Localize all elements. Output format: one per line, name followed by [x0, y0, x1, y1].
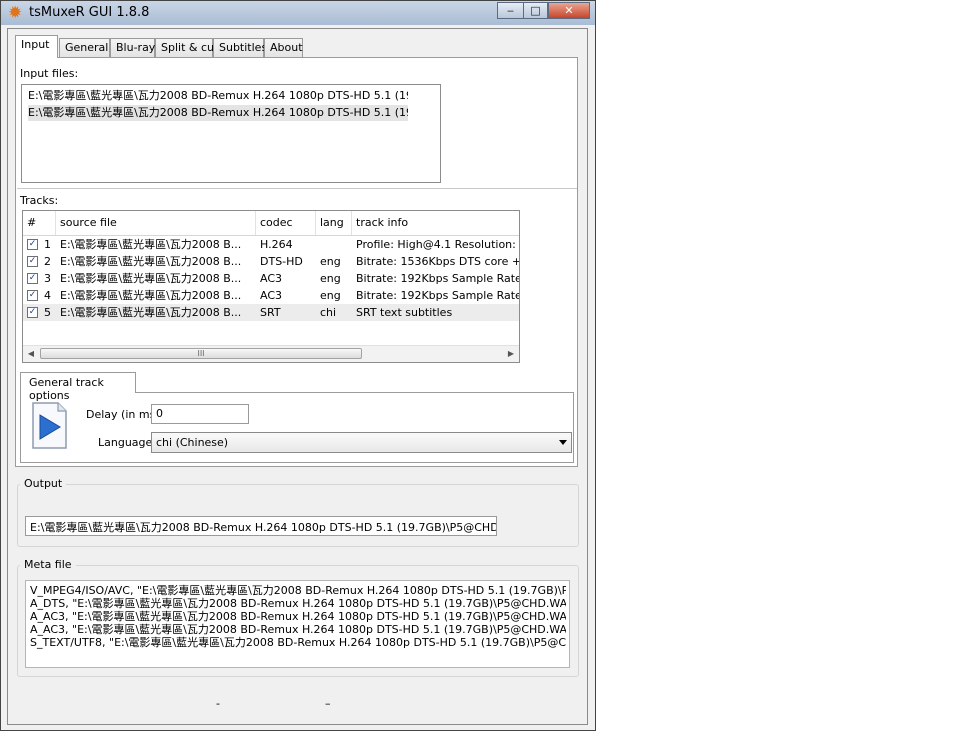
track-codec: DTS-HD: [260, 255, 303, 268]
close-button[interactable]: ✕: [548, 2, 590, 19]
tab-general-track-options[interactable]: General track options: [20, 372, 136, 402]
minimize-button[interactable]: ‒: [497, 2, 524, 19]
track-codec: H.264: [260, 238, 293, 251]
table-row[interactable]: ✓ 2 E:\電影專區\藍光專區\瓦力2008 B... DTS-HD eng …: [23, 253, 519, 270]
track-lang: eng: [320, 255, 341, 268]
language-value: chi (Chinese): [156, 436, 229, 449]
track-source-file: E:\電影專區\藍光專區\瓦力2008 B...: [60, 255, 242, 268]
meta-line: V_MPEG4/ISO/AVC, "E:\電影專區\藍光專區\瓦力2008 BD…: [30, 584, 566, 597]
table-row[interactable]: ✓ 1 E:\電影專區\藍光專區\瓦力2008 B... H.264 Profi…: [23, 236, 519, 253]
track-number: 1: [44, 238, 51, 251]
meta-line: A_DTS, "E:\電影專區\藍光專區\瓦力2008 BD-Remux H.2…: [30, 597, 566, 610]
column-header-track-info[interactable]: track info: [352, 211, 519, 235]
tracks-label: Tracks:: [20, 194, 59, 207]
input-file-item[interactable]: E:\電影專區\藍光專區\瓦力2008 BD-Remux H.264 1080p…: [28, 88, 408, 104]
track-number: 2: [44, 255, 51, 268]
table-row[interactable]: ✓ 5 E:\電影專區\藍光專區\瓦力2008 B... SRT chi SRT…: [23, 304, 519, 321]
title-bar[interactable]: ✹ tsMuxeR GUI 1.8.8 ‒ □ ✕: [1, 1, 595, 25]
maximize-button[interactable]: □: [523, 2, 548, 19]
track-checkbox[interactable]: ✓: [27, 307, 38, 318]
meta-line: S_TEXT/UTF8, "E:\電影專區\藍光專區\瓦力2008 BD-Rem…: [30, 636, 566, 649]
track-source-file: E:\電影專區\藍光專區\瓦力2008 B...: [60, 289, 242, 302]
tab-blu-ray[interactable]: Blu-ray: [110, 38, 155, 58]
scroll-thumb[interactable]: III: [40, 348, 362, 359]
status-text: -: [216, 697, 220, 710]
meta-file-text[interactable]: V_MPEG4/ISO/AVC, "E:\電影專區\藍光專區\瓦力2008 BD…: [25, 580, 570, 668]
track-codec: AC3: [260, 289, 283, 302]
track-number: 3: [44, 272, 51, 285]
track-codec: SRT: [260, 306, 281, 319]
track-source-file: E:\電影專區\藍光專區\瓦力2008 B...: [60, 272, 242, 285]
track-checkbox[interactable]: ✓: [27, 256, 38, 267]
track-checkbox[interactable]: ✓: [27, 273, 38, 284]
tab-subtitles[interactable]: Subtitles: [213, 38, 267, 58]
input-files-label: Input files:: [20, 67, 79, 80]
scroll-right-icon[interactable]: ▶: [503, 346, 519, 362]
input-file-item[interactable]: E:\電影專區\藍光專區\瓦力2008 BD-Remux H.264 1080p…: [28, 105, 408, 121]
track-source-file: E:\電影專區\藍光專區\瓦力2008 B...: [60, 238, 242, 251]
track-info: Bitrate: 192Kbps Sample Rate: 48: [356, 289, 519, 302]
track-info: SRT text subtitles: [356, 306, 453, 319]
track-codec: AC3: [260, 272, 283, 285]
table-row[interactable]: ✓ 4 E:\電影專區\藍光專區\瓦力2008 B... AC3 eng Bit…: [23, 287, 519, 304]
column-header-codec[interactable]: codec: [256, 211, 316, 235]
chevron-down-icon: [559, 440, 567, 445]
splitter[interactable]: [17, 188, 577, 189]
track-lang: eng: [320, 289, 341, 302]
gear-icon: ✹: [8, 3, 23, 23]
track-info: Bitrate: 192Kbps Sample Rate: 48: [356, 272, 519, 285]
delay-input[interactable]: 0: [151, 404, 249, 424]
track-source-file: E:\電影專區\藍光專區\瓦力2008 B...: [60, 306, 242, 319]
track-lang: eng: [320, 272, 341, 285]
track-lang: chi: [320, 306, 337, 319]
column-header-source-file[interactable]: source file: [56, 211, 256, 235]
track-number: 5: [44, 306, 51, 319]
tab-split-cut[interactable]: Split & cut: [155, 38, 218, 58]
track-number: 4: [44, 289, 51, 302]
status-text: –: [325, 697, 331, 710]
track-checkbox[interactable]: ✓: [27, 239, 38, 250]
track-info: Bitrate: 1536Kbps DTS core + HD: [356, 255, 519, 268]
window-title: tsMuxeR GUI 1.8.8: [29, 5, 150, 20]
output-group-title: Output: [20, 477, 67, 490]
scroll-left-icon[interactable]: ◀: [23, 346, 39, 362]
tab-about[interactable]: About: [264, 38, 303, 58]
horizontal-scrollbar[interactable]: ◀ III ▶: [23, 345, 519, 362]
tracks-header: # source file codec lang track info: [23, 211, 519, 236]
column-header-number[interactable]: #: [23, 211, 56, 235]
output-path-input[interactable]: E:\電影專區\藍光專區\瓦力2008 BD-Remux H.264 1080p…: [25, 516, 497, 536]
language-label: Language:: [98, 436, 156, 449]
track-checkbox[interactable]: ✓: [27, 290, 38, 301]
language-select[interactable]: chi (Chinese): [151, 432, 572, 453]
meta-file-group-title: Meta file: [20, 558, 76, 571]
input-files-list[interactable]: E:\電影專區\藍光專區\瓦力2008 BD-Remux H.264 1080p…: [21, 84, 441, 183]
table-row[interactable]: ✓ 3 E:\電影專區\藍光專區\瓦力2008 B... AC3 eng Bit…: [23, 270, 519, 287]
meta-line: A_AC3, "E:\電影專區\藍光專區\瓦力2008 BD-Remux H.2…: [30, 623, 566, 636]
tab-input[interactable]: Input: [15, 35, 58, 58]
meta-line: A_AC3, "E:\電影專區\藍光專區\瓦力2008 BD-Remux H.2…: [30, 610, 566, 623]
tracks-table[interactable]: # source file codec lang track info ✓ 1 …: [22, 210, 520, 363]
tab-general[interactable]: General: [59, 38, 110, 58]
column-header-lang[interactable]: lang: [316, 211, 352, 235]
track-info: Profile: High@4.1 Resolution: 192: [356, 238, 519, 251]
video-file-icon: [32, 402, 67, 449]
